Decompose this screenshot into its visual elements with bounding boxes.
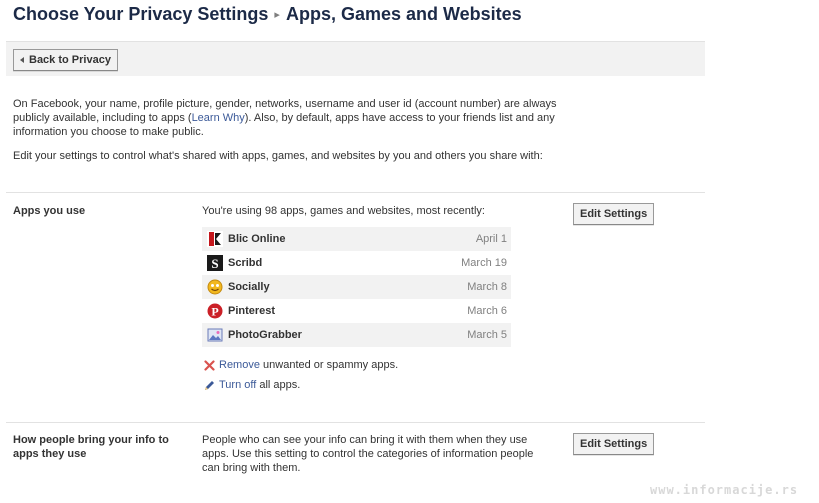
page-subtitle: Apps, Games and Websites bbox=[285, 4, 522, 24]
app-name: Blic Online bbox=[228, 233, 286, 245]
bring-info-section-description: People who can see your info can bring i… bbox=[202, 434, 534, 474]
remove-text: unwanted or spammy apps. bbox=[259, 359, 399, 371]
back-to-privacy-label: Back to Privacy bbox=[29, 54, 111, 66]
app-row[interactable]: P Pinterest March 6 bbox=[202, 299, 511, 323]
app-row[interactable]: Blic Online April 1 bbox=[202, 227, 511, 251]
svg-text:P: P bbox=[211, 305, 218, 319]
page-title: Choose Your Privacy Settings ▸ Apps, Games… bbox=[13, 4, 522, 25]
app-name: Scribd bbox=[228, 257, 263, 269]
section-divider bbox=[6, 422, 705, 423]
remove-apps-row: Remove unwanted or spammy apps. bbox=[203, 358, 398, 372]
learn-why-link[interactable]: Learn Why bbox=[192, 112, 245, 124]
watermark: www.informacije.rs bbox=[650, 483, 799, 497]
apps-edit-settings-button[interactable]: Edit Settings bbox=[573, 203, 655, 225]
turn-off-link[interactable]: Turn off bbox=[219, 379, 256, 391]
remove-link[interactable]: Remove bbox=[219, 359, 260, 371]
scribd-icon: S bbox=[207, 255, 223, 271]
bring-info-section-title: How people bring your info to apps they … bbox=[13, 434, 169, 460]
photograbber-icon bbox=[207, 327, 223, 343]
app-date: April 1 bbox=[475, 233, 507, 245]
back-to-privacy-button[interactable]: Back to Privacy bbox=[13, 49, 118, 71]
svg-text:S: S bbox=[211, 256, 218, 271]
blic-icon bbox=[207, 231, 223, 247]
intro-text: On Facebook, your name, profile picture,… bbox=[13, 97, 573, 139]
app-date: March 8 bbox=[467, 281, 507, 293]
app-date: March 6 bbox=[467, 305, 507, 317]
recent-apps-list: Blic Online April 1 S Scribd March 19 So… bbox=[202, 227, 511, 347]
back-arrow-icon bbox=[20, 57, 24, 63]
app-name: Pinterest bbox=[228, 305, 276, 317]
page-title-main: Choose Your Privacy Settings bbox=[13, 4, 269, 24]
app-name: PhotoGrabber bbox=[228, 329, 302, 341]
app-date: March 5 bbox=[467, 329, 507, 341]
apps-section-title: Apps you use bbox=[13, 205, 86, 217]
bring-info-edit-settings-button[interactable]: Edit Settings bbox=[573, 433, 655, 455]
app-date: March 19 bbox=[461, 257, 507, 269]
apps-section-description: You're using 98 apps, games and websites… bbox=[202, 205, 485, 217]
socially-icon bbox=[207, 279, 223, 295]
app-row[interactable]: S Scribd March 19 bbox=[202, 251, 511, 275]
app-row[interactable]: PhotoGrabber March 5 bbox=[202, 323, 511, 347]
app-name: Socially bbox=[228, 281, 270, 293]
remove-x-icon bbox=[203, 359, 215, 371]
section-divider bbox=[6, 192, 705, 193]
edit-instructions: Edit your settings to control what's sha… bbox=[13, 150, 543, 162]
toolbar: Back to Privacy bbox=[6, 41, 705, 76]
app-row[interactable]: Socially March 8 bbox=[202, 275, 511, 299]
pencil-icon bbox=[203, 379, 215, 391]
pinterest-icon: P bbox=[207, 303, 223, 319]
breadcrumb-arrow-icon: ▸ bbox=[274, 9, 280, 21]
turn-off-apps-row: Turn off all apps. bbox=[203, 378, 300, 392]
turn-off-text: all apps. bbox=[256, 379, 301, 391]
